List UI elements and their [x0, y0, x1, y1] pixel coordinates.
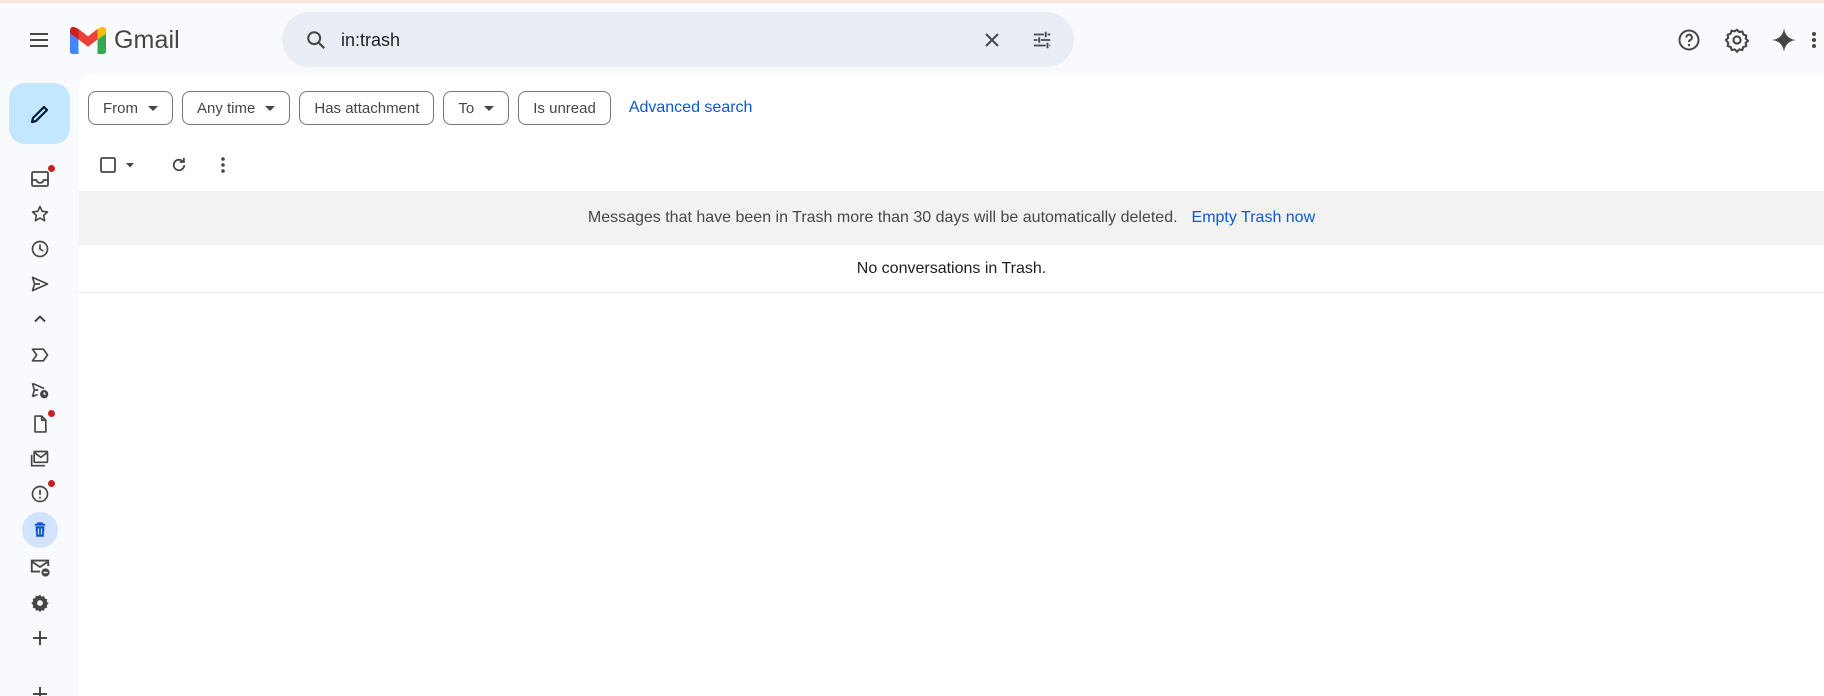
- sidebar-item-spam[interactable]: [20, 478, 60, 510]
- gmail-logo[interactable]: Gmail: [70, 22, 180, 58]
- select-dropdown-button[interactable]: [123, 145, 137, 185]
- inbox-notification-dot: [47, 164, 56, 173]
- sidebar-item-all-mail[interactable]: [20, 443, 60, 475]
- sidebar-item-less[interactable]: [20, 303, 60, 335]
- clock-icon: [31, 240, 49, 258]
- sidebar-item-drafts[interactable]: [20, 408, 60, 440]
- sidebar-item-more-labels[interactable]: [20, 672, 60, 696]
- sidebar-item-sent[interactable]: [20, 268, 60, 300]
- clear-search-button[interactable]: [972, 20, 1012, 60]
- checkbox-icon: [100, 157, 116, 173]
- dropdown-caret-icon: [265, 105, 276, 111]
- trash-notice-text: Messages that have been in Trash more th…: [587, 209, 1178, 226]
- trash-icon: [34, 522, 46, 537]
- refresh-icon: [172, 157, 186, 172]
- sidebar-item-important[interactable]: [20, 339, 60, 371]
- apps-button[interactable]: [1804, 18, 1824, 62]
- sidebar-item-scheduled[interactable]: [20, 374, 60, 406]
- gear-icon: [31, 594, 49, 613]
- select-checkbox[interactable]: [93, 145, 123, 185]
- tune-icon: [1033, 31, 1051, 49]
- compose-button[interactable]: [9, 83, 70, 144]
- sidebar-item-inbox[interactable]: [20, 163, 60, 195]
- more-vert-icon: [221, 157, 225, 173]
- star-icon: [31, 205, 49, 222]
- more-actions-button[interactable]: [203, 145, 243, 185]
- empty-trash-link[interactable]: Empty Trash now: [1192, 209, 1316, 227]
- pencil-icon: [30, 105, 48, 123]
- gemini-button[interactable]: [1762, 18, 1806, 62]
- chevron-up-icon: [34, 315, 46, 323]
- filter-any-time-label: Any time: [197, 99, 256, 117]
- dropdown-caret-icon: [484, 105, 495, 111]
- settings-icon: [1724, 28, 1750, 53]
- hamburger-menu-icon: [30, 33, 48, 47]
- scheduled-send-icon: [31, 382, 49, 399]
- filter-is-unread-chip[interactable]: Is unread: [518, 91, 611, 125]
- sidebar-item-snoozed[interactable]: [20, 233, 60, 265]
- more-vert-icon: [1812, 32, 1816, 48]
- settings-button[interactable]: [1715, 18, 1759, 62]
- search-input[interactable]: [341, 24, 941, 56]
- sidebar-item-trash[interactable]: [22, 512, 58, 548]
- label-important-icon: [31, 348, 49, 362]
- inbox-icon: [31, 171, 49, 187]
- app-name: Gmail: [114, 25, 180, 54]
- gmail-m-icon: [70, 26, 106, 54]
- filter-any-time-chip[interactable]: Any time: [182, 91, 291, 125]
- help-icon: [1678, 29, 1700, 51]
- caret-down-icon: [126, 163, 134, 168]
- spam-notification-dot: [47, 479, 56, 488]
- advanced-search-link[interactable]: Advanced search: [629, 99, 753, 117]
- spam-icon: [31, 485, 49, 503]
- close-icon: [985, 33, 999, 47]
- trash-notice-banner: Messages that have been in Trash more th…: [79, 191, 1824, 245]
- filter-has-attachment-chip[interactable]: Has attachment: [299, 91, 435, 125]
- all-mail-icon: [30, 450, 49, 467]
- filter-has-attachment-label: Has attachment: [314, 99, 420, 117]
- sidebar-item-manage-labels[interactable]: [20, 587, 60, 619]
- sidebar-item-create-label[interactable]: [20, 622, 60, 654]
- main-menu-button[interactable]: [17, 18, 61, 62]
- search-icon: [307, 31, 326, 50]
- filter-is-unread-label: Is unread: [533, 99, 596, 117]
- draft-icon: [34, 415, 47, 433]
- drafts-notification-dot: [47, 409, 56, 418]
- filter-to-chip[interactable]: To: [443, 91, 510, 125]
- gemini-icon: [1772, 28, 1796, 52]
- mail-block-icon: [30, 559, 50, 577]
- empty-trash-message: No conversations in Trash.: [79, 245, 1824, 293]
- message-toolbar: [93, 145, 243, 185]
- main-content: From Any time Has attachment To Is unrea…: [79, 73, 1824, 696]
- app-header: Gmail: [0, 3, 1824, 71]
- search-bar: [282, 12, 1074, 67]
- refresh-button[interactable]: [159, 145, 199, 185]
- filter-from-chip[interactable]: From: [88, 91, 173, 125]
- plus-icon: [33, 631, 47, 645]
- sidebar-item-manage-subscriptions[interactable]: [20, 551, 60, 583]
- dropdown-caret-icon: [148, 105, 158, 111]
- empty-message-text: No conversations in Trash.: [856, 259, 1047, 277]
- search-button[interactable]: [296, 20, 336, 60]
- support-button[interactable]: [1667, 18, 1711, 62]
- filter-to-label: To: [458, 99, 475, 117]
- search-filter-chips: From Any time Has attachment To Is unrea…: [88, 91, 752, 125]
- filter-from-label: From: [103, 99, 138, 117]
- search-options-button[interactable]: [1022, 20, 1062, 60]
- sidebar-item-starred[interactable]: [20, 198, 60, 230]
- plus-icon: [33, 687, 47, 696]
- send-icon: [31, 276, 49, 292]
